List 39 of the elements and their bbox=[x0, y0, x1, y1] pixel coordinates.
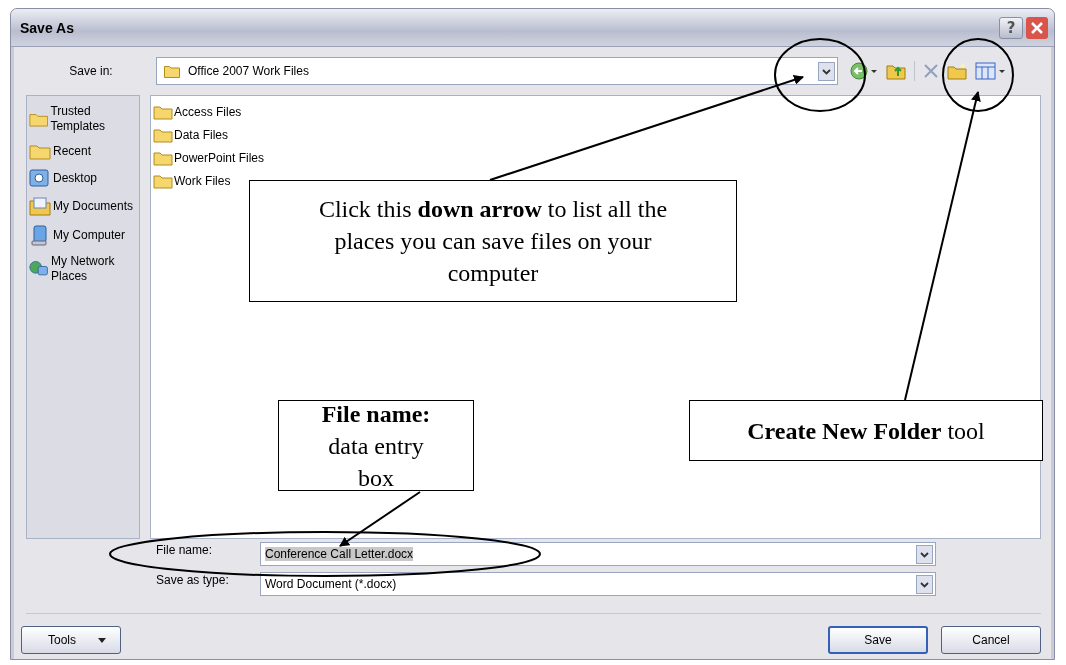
desktop-icon[interactable] bbox=[29, 168, 51, 188]
tools-button[interactable]: Tools bbox=[21, 626, 121, 654]
folder-icon[interactable] bbox=[153, 172, 173, 189]
folder-name[interactable]: Data Files bbox=[174, 127, 229, 142]
save-as-type-dropdown[interactable]: Word Document (*.docx) bbox=[260, 572, 936, 596]
folder-name[interactable]: PowerPoint Files bbox=[174, 150, 265, 165]
folder-icon bbox=[164, 64, 180, 78]
caret-icon[interactable] bbox=[98, 637, 106, 643]
place-label[interactable]: Recent bbox=[53, 143, 92, 159]
place-label[interactable]: Desktop bbox=[53, 170, 98, 186]
folder-name[interactable]: Work Files bbox=[174, 173, 231, 188]
place-label[interactable]: My Network Places bbox=[51, 254, 137, 284]
place-label[interactable]: Trusted Templates bbox=[50, 104, 137, 134]
up-folder-icon[interactable] bbox=[886, 62, 906, 80]
cancel-button[interactable]: Cancel bbox=[941, 626, 1041, 654]
file-name-label: File name: bbox=[156, 542, 214, 557]
save-button[interactable]: Save bbox=[828, 626, 928, 654]
save-in-label: Save in: bbox=[68, 64, 114, 78]
callout-text: Click this down arrow to list all the places you can save files on your computer bbox=[317, 195, 669, 288]
back-icon[interactable] bbox=[850, 61, 878, 81]
folder-icon[interactable] bbox=[153, 103, 173, 120]
file-name-field[interactable]: Conference Call Letter.docx bbox=[260, 542, 936, 566]
views-icon[interactable] bbox=[975, 62, 1005, 80]
folder-name[interactable]: Access Files bbox=[174, 104, 242, 119]
documents-folder-icon[interactable] bbox=[29, 196, 51, 216]
delete-icon[interactable] bbox=[923, 63, 939, 79]
help-button[interactable]: ? bbox=[999, 16, 1023, 39]
close-icon[interactable] bbox=[1026, 16, 1048, 39]
callout-text: File name: data entry box bbox=[320, 399, 432, 493]
place-label[interactable]: My Documents bbox=[53, 198, 134, 214]
save-as-type-label: Save as type: bbox=[156, 572, 230, 587]
folder-icon[interactable] bbox=[153, 126, 173, 143]
save-in-dropdown[interactable]: Office 2007 Work Files bbox=[156, 57, 838, 85]
folder-icon[interactable] bbox=[153, 149, 173, 166]
place-label[interactable]: My Computer bbox=[53, 227, 126, 243]
folder-icon[interactable] bbox=[29, 142, 51, 160]
window-title: Save As bbox=[20, 19, 75, 36]
new-folder-icon[interactable] bbox=[947, 62, 967, 80]
callout-text: Create New Folder tool bbox=[747, 416, 985, 446]
